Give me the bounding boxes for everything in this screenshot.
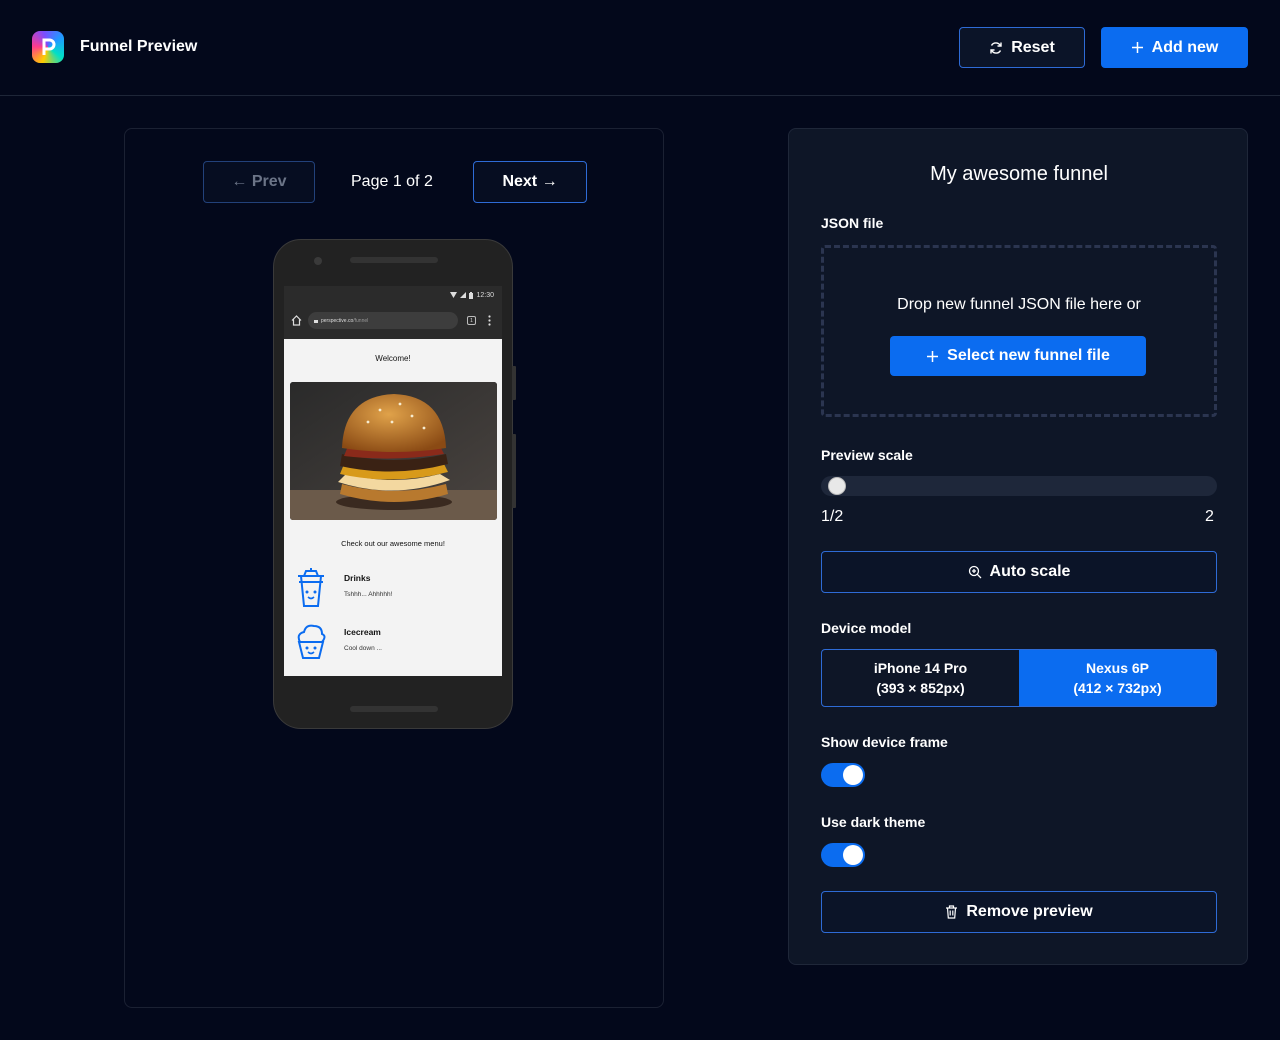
- drop-text: Drop new funnel JSON file here or: [897, 296, 1141, 313]
- toggle-knob: [843, 765, 863, 785]
- trash-icon: [946, 905, 958, 919]
- tab-switcher-icon[interactable]: 1: [467, 316, 476, 325]
- device-model-selector: iPhone 14 Pro (393 × 852px) Nexus 6P (41…: [821, 649, 1217, 707]
- json-dropzone[interactable]: Drop new funnel JSON file here or Select…: [821, 245, 1217, 417]
- select-funnel-file-button[interactable]: Select new funnel file: [890, 336, 1146, 376]
- add-new-label: Add new: [1151, 38, 1219, 56]
- wifi-icon: [450, 292, 458, 298]
- volume-button: [512, 434, 516, 508]
- camera-icon: [314, 257, 322, 265]
- icecream-icon: [297, 624, 326, 659]
- device-model-label: Device model: [821, 620, 912, 636]
- reset-button[interactable]: Reset: [959, 27, 1085, 68]
- settings-panel: My awesome funnel JSON file Drop new fun…: [788, 128, 1248, 965]
- status-bar: 12:30: [284, 286, 502, 304]
- battery-icon: [469, 291, 474, 299]
- app-title: Funnel Preview: [80, 38, 198, 55]
- home-icon[interactable]: [291, 315, 302, 326]
- browser-toolbar: perspective.co/funnel 1: [284, 304, 502, 339]
- status-time: 12:30: [476, 291, 494, 299]
- device-option-nexus-6p[interactable]: Nexus 6P (412 × 732px): [1019, 650, 1216, 706]
- menu-item-name: Drinks: [344, 573, 371, 583]
- dark-theme-toggle[interactable]: [821, 843, 865, 867]
- menu-item-name: Icecream: [344, 627, 381, 637]
- auto-scale-label: Auto scale: [989, 563, 1071, 580]
- preview-panel: ← Prev Page 1 of 2 Next → 12:30 perspect…: [124, 128, 664, 1008]
- dark-theme-label: Use dark theme: [821, 814, 926, 830]
- prev-label: ← Prev: [231, 173, 287, 190]
- device-name: Nexus 6P: [1085, 660, 1150, 676]
- burger-photo: [290, 382, 497, 520]
- zoom-in-icon: [968, 565, 981, 579]
- plus-icon: [1131, 42, 1143, 53]
- toggle-knob: [843, 845, 863, 865]
- show-frame-toggle[interactable]: [821, 763, 865, 787]
- menu-intro-text: Check out our awesome menu!: [341, 539, 445, 548]
- device-option-iphone-14-pro[interactable]: iPhone 14 Pro (393 × 852px): [822, 650, 1019, 706]
- remove-preview-label: Remove preview: [966, 903, 1093, 920]
- device-name: iPhone 14 Pro: [873, 660, 968, 676]
- show-frame-label: Show device frame: [821, 734, 948, 750]
- url-path: /funnel: [353, 317, 369, 324]
- menu-item-drinks[interactable]: Drinks Tshhh... Ahhhhh!: [294, 568, 494, 608]
- add-new-button[interactable]: Add new: [1101, 27, 1248, 68]
- speaker-grille: [350, 257, 438, 263]
- device-dims: (412 × 732px): [1073, 680, 1162, 696]
- perspective-logo-icon[interactable]: [32, 31, 64, 63]
- drink-cup-icon: [298, 568, 324, 607]
- power-button: [512, 366, 516, 400]
- preview-scale-slider[interactable]: [821, 476, 1217, 496]
- address-bar[interactable]: perspective.co/funnel: [308, 312, 458, 329]
- select-file-label: Select new funnel file: [947, 347, 1110, 364]
- remove-preview-button[interactable]: Remove preview: [821, 891, 1217, 933]
- lock-icon: [314, 320, 318, 323]
- scale-min: 1/2: [821, 508, 844, 525]
- prev-page-button[interactable]: ← Prev: [203, 161, 315, 203]
- plus-icon: [927, 350, 939, 362]
- next-page-button[interactable]: Next →: [473, 161, 587, 203]
- json-file-label: JSON file: [821, 215, 884, 231]
- page-indicator: Page 1 of 2: [351, 173, 433, 190]
- menu-item-icecream[interactable]: Icecream Cool down ...: [294, 622, 494, 662]
- tab-count: 1: [470, 317, 473, 324]
- reset-label: Reset: [1011, 38, 1055, 56]
- speaker-grille-bottom: [350, 706, 438, 712]
- scale-max: 2: [1205, 508, 1214, 525]
- device-frame: 12:30 perspective.co/funnel 1 Welcome! C…: [273, 239, 516, 729]
- device-screen: 12:30 perspective.co/funnel 1 Welcome! C…: [284, 286, 502, 676]
- welcome-text: Welcome!: [375, 354, 411, 363]
- next-label: Next →: [502, 173, 558, 190]
- preview-scale-label: Preview scale: [821, 447, 913, 463]
- funnel-title: My awesome funnel: [930, 163, 1108, 185]
- slider-thumb[interactable]: [828, 477, 846, 495]
- url-domain: perspective.co: [321, 317, 354, 324]
- burger-image: [290, 382, 497, 520]
- menu-item-description: Tshhh... Ahhhhh!: [344, 591, 393, 598]
- more-vert-icon[interactable]: [488, 315, 491, 326]
- menu-item-description: Cool down ...: [344, 645, 382, 652]
- device-dims: (393 × 852px): [876, 680, 965, 696]
- logo-glyph: [42, 38, 56, 55]
- auto-scale-button[interactable]: Auto scale: [821, 551, 1217, 593]
- signal-icon: [460, 292, 467, 298]
- app-header: Funnel Preview Reset Add new: [0, 0, 1280, 96]
- refresh-icon: [990, 41, 1002, 54]
